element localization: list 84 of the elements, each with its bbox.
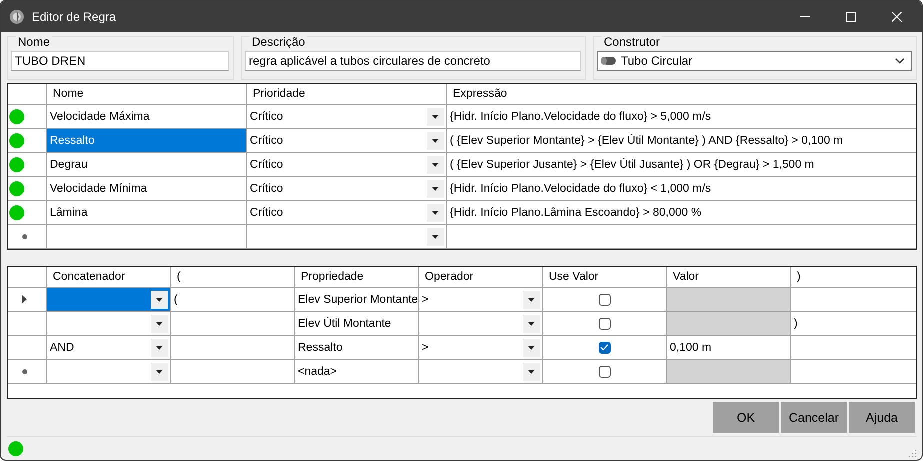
- close-icon[interactable]: [892, 12, 902, 22]
- priority-text: Crítico: [250, 158, 284, 170]
- group-label: Construtor: [602, 36, 662, 49]
- caret-icon: [156, 298, 163, 302]
- table-cell: {Hidr. Início Plano.Lâmina Escoando} > 80,000 %: [447, 201, 916, 225]
- table-cell: ( {Elev Superior Montante} > {Elev Útil Montante} ) AND {Ressalto} > 0,100 m: [447, 129, 916, 153]
- text-field[interactable]: regra aplicável a tubos circulares de concreto: [245, 51, 581, 71]
- table-cell: {Hidr. Início Plano.Velocidade do fluxo} > 5,000 m/s: [447, 105, 916, 129]
- operator-text: >: [422, 342, 429, 354]
- dropdown-button[interactable]: [523, 290, 540, 308]
- pipe-icon: [600, 55, 618, 67]
- group-label: Nome: [16, 36, 52, 49]
- table-cell: ): [791, 312, 916, 336]
- priority-text: Crítico: [250, 134, 284, 146]
- dialog-button[interactable]: OK: [713, 402, 779, 433]
- caret-icon: [156, 322, 163, 326]
- column-header[interactable]: Use Valor: [543, 267, 667, 288]
- dropdown-button[interactable]: [151, 290, 168, 308]
- dropdown-button[interactable]: [427, 156, 444, 174]
- new-row-icon: [22, 234, 28, 240]
- app-icon: [9, 8, 25, 24]
- caret-icon: [432, 210, 439, 214]
- priority-text: Crítico: [250, 110, 284, 122]
- table-cell: ( {Elev Superior Jusante} > {Elev Útil Jusante} ) OR {Degrau} > 1,500 m: [447, 153, 916, 177]
- caret-icon: [528, 322, 535, 326]
- table-cell: Ressalto: [295, 336, 419, 360]
- row-header: [8, 267, 47, 288]
- new-row-icon: [22, 368, 28, 374]
- caret-icon: [432, 138, 439, 142]
- priority-text: Crítico: [250, 182, 284, 194]
- table-cell[interactable]: Degrau: [47, 153, 247, 177]
- column-header[interactable]: Operador: [419, 267, 543, 288]
- dropdown-button[interactable]: [427, 180, 444, 198]
- caret-icon: [528, 370, 535, 374]
- table-cell[interactable]: Velocidade Mínima: [47, 177, 247, 201]
- dropdown-button[interactable]: [427, 228, 444, 246]
- checkbox[interactable]: [598, 366, 610, 378]
- priority-text: Crítico: [250, 206, 284, 218]
- caret-icon: [528, 346, 535, 350]
- dropdown-button[interactable]: [151, 362, 168, 380]
- dropdown-button[interactable]: [427, 132, 444, 150]
- caret-icon: [432, 234, 439, 238]
- table-cell[interactable]: Ressalto: [47, 129, 247, 153]
- dropdown-field[interactable]: Tubo Circular: [597, 51, 912, 71]
- checkbox[interactable]: [598, 318, 610, 330]
- caret-icon: [528, 298, 535, 302]
- table-cell: <nada>: [295, 360, 419, 384]
- dropdown-button[interactable]: [151, 314, 168, 332]
- window-title: Editor de Regra: [32, 10, 116, 24]
- dialog-button[interactable]: Ajuda: [849, 402, 915, 433]
- text-field[interactable]: TUBO DREN: [11, 51, 229, 71]
- dropdown-button[interactable]: [427, 204, 444, 222]
- maximize-icon[interactable]: [846, 12, 856, 22]
- caret-icon: [432, 162, 439, 166]
- dropdown-button[interactable]: [523, 362, 540, 380]
- group-label: Descrição: [250, 36, 308, 49]
- checkbox[interactable]: [598, 294, 610, 306]
- caret-icon: [156, 370, 163, 374]
- column-header[interactable]: ): [791, 267, 916, 288]
- caret-icon: [156, 346, 163, 350]
- table-cell: Elev Superior Montante: [295, 288, 419, 312]
- column-header[interactable]: Expressão: [447, 84, 916, 105]
- column-header[interactable]: Propriedade: [295, 267, 419, 288]
- column-header[interactable]: Prioridade: [247, 84, 447, 105]
- table-cell[interactable]: Lâmina: [47, 201, 247, 225]
- dropdown-button[interactable]: [523, 314, 540, 332]
- dialog-button[interactable]: Cancelar: [781, 402, 847, 433]
- table-cell[interactable]: [47, 225, 247, 249]
- column-header[interactable]: (: [171, 267, 295, 288]
- column-header[interactable]: Nome: [47, 84, 247, 105]
- dropdown-button[interactable]: [151, 338, 168, 356]
- table-cell: {Hidr. Início Plano.Velocidade do fluxo} < 1,000 m/s: [447, 177, 916, 201]
- chevron-icon: [895, 58, 905, 64]
- caret-icon: [432, 114, 439, 118]
- table-cell: Elev Útil Montante: [295, 312, 419, 336]
- concat-text: AND: [50, 342, 74, 354]
- caret-icon: [432, 186, 439, 190]
- dropdown-button[interactable]: [523, 338, 540, 356]
- checkbox[interactable]: [598, 342, 610, 354]
- operator-text: >: [422, 294, 429, 306]
- row-header: [8, 84, 47, 105]
- resize-grip-icon[interactable]: [907, 450, 917, 460]
- table-cell: (: [171, 288, 295, 312]
- dropdown-button[interactable]: [427, 108, 444, 126]
